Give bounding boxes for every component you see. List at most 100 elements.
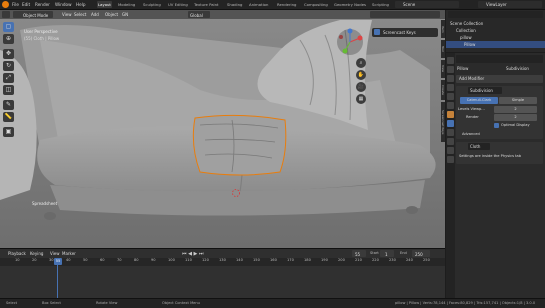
workspace-tab-sculpting[interactable]: Sculpting: [142, 1, 162, 8]
playhead-indicator[interactable]: 55: [54, 258, 62, 265]
move-tool-icon[interactable]: ✥: [3, 49, 14, 59]
simple-button[interactable]: Simple: [499, 97, 537, 104]
screencast-keys-popup[interactable]: Screencast Keys: [372, 28, 438, 37]
timeline-menu-view[interactable]: View: [50, 250, 60, 257]
3d-viewport[interactable]: [0, 10, 445, 248]
viewport-menu-gn[interactable]: GN: [122, 11, 128, 18]
timeline-track-area[interactable]: [0, 266, 445, 299]
measure-tool-icon[interactable]: 📏: [3, 112, 14, 122]
object-tab-icon[interactable]: [447, 111, 454, 118]
workspace-tab-modeling[interactable]: Modeling: [117, 1, 136, 8]
workspace-tab-shading[interactable]: Shading: [226, 1, 243, 8]
workspace-tab-layout[interactable]: Layout: [97, 1, 112, 8]
sidetab-item[interactable]: Item: [441, 20, 445, 38]
screencast-checkbox[interactable]: [374, 29, 380, 35]
timeline-tick-label: 210: [355, 258, 362, 262]
current-frame-field[interactable]: 55: [352, 250, 366, 257]
advanced-section[interactable]: Advanced: [462, 131, 480, 138]
pan-hand-icon[interactable]: ✋: [356, 70, 366, 80]
scene-selector[interactable]: Scene: [395, 1, 459, 8]
constraints-tab-icon[interactable]: [447, 147, 454, 154]
particles-tab-icon[interactable]: [447, 129, 454, 136]
timeline-menu-keying[interactable]: Keying: [30, 250, 43, 257]
viewport-menu-object[interactable]: Object: [105, 11, 118, 18]
outliner-row-pillow-collection[interactable]: pillow: [446, 34, 545, 41]
timeline-tick-label: 70: [117, 258, 122, 262]
transform-tool-icon[interactable]: ◫: [3, 85, 14, 95]
modifier-tab-icon[interactable]: [447, 120, 454, 127]
levels-viewport-field[interactable]: 2: [494, 106, 537, 113]
outliner-search[interactable]: [448, 11, 543, 18]
tool-tab-icon[interactable]: [447, 57, 454, 64]
outliner-row-pillow[interactable]: Pillow: [446, 41, 545, 48]
rotate-tool-icon[interactable]: ↻: [3, 61, 14, 71]
timeline-tick-label: 40: [66, 258, 71, 262]
properties-search[interactable]: [456, 55, 543, 63]
mode-selector[interactable]: Object Mode: [13, 11, 53, 18]
camera-view-icon[interactable]: 🎥: [356, 82, 366, 92]
render-tab-icon[interactable]: [447, 66, 454, 73]
sidetab-view[interactable]: View: [441, 60, 445, 78]
start-frame-field[interactable]: 1: [380, 250, 394, 257]
scene-tab-icon[interactable]: [447, 93, 454, 100]
add-modifier-label: Add Modifier: [459, 76, 485, 81]
sidetab-screencast-keys[interactable]: Screencast Keys: [441, 102, 445, 142]
viewport-menu-view[interactable]: View: [62, 11, 72, 18]
view-layer-selector[interactable]: ViewLayer: [478, 1, 542, 8]
outliner-row-collection[interactable]: Collection: [446, 27, 545, 34]
timeline-tick-label: 230: [389, 258, 396, 262]
world-tab-icon[interactable]: [447, 102, 454, 109]
viewport-shading-toolbar[interactable]: [370, 11, 440, 18]
timeline-tick-label: 100: [168, 258, 175, 262]
cursor-tool-icon[interactable]: ⊕: [3, 34, 14, 44]
navigation-gizmo[interactable]: [336, 28, 364, 56]
select-box-tool-icon[interactable]: ▢: [3, 22, 14, 32]
data-tab-icon[interactable]: [447, 156, 454, 163]
workspace-tab-geometry-nodes[interactable]: Geometry Nodes: [333, 1, 367, 8]
timeline-ruler[interactable]: 10 20 30 40 50 60 70 80 90 100 110 120 130 140 150 160 1…: [0, 258, 445, 266]
add-modifier-button[interactable]: Add Modifier: [456, 75, 543, 83]
ortho-toggle-icon[interactable]: ▦: [356, 94, 366, 104]
optimal-display-checkbox[interactable]: [494, 123, 499, 128]
menu-render[interactable]: Render: [35, 1, 50, 8]
annotate-tool-icon[interactable]: ✎: [3, 100, 14, 110]
editor-type-icon[interactable]: [2, 11, 10, 18]
menu-edit[interactable]: Edit: [22, 1, 30, 8]
render-levels-field[interactable]: 2: [494, 114, 537, 121]
outliner-row-label: Collection: [456, 28, 476, 33]
cloth-name-field[interactable]: Cloth: [468, 143, 490, 150]
outliner-row-scene-collection[interactable]: Scene Collection: [446, 20, 545, 27]
zoom-icon[interactable]: ⌕: [356, 58, 366, 68]
transform-orientation[interactable]: Global: [188, 11, 210, 18]
sidetab-tool[interactable]: Tool: [441, 40, 445, 58]
properties-modifier-name: Subdivision: [506, 66, 529, 71]
workspace-tab-compositing[interactable]: Compositing: [303, 1, 329, 8]
playback-controls-icons[interactable]: ⏮ ◀ ▶ ⏭: [182, 251, 203, 257]
timeline-tick-label: 140: [236, 258, 243, 262]
modifier-name-field[interactable]: Subdivision: [468, 87, 502, 94]
sidetab-create[interactable]: Create: [441, 80, 445, 100]
workspace-tab-scripting[interactable]: Scripting: [371, 1, 390, 8]
start-frame-value: 1: [385, 252, 388, 257]
menu-file[interactable]: File: [12, 1, 19, 8]
timeline-tick-label: 10: [15, 258, 20, 262]
workspace-tab-texture-paint[interactable]: Texture Paint: [193, 1, 220, 8]
viewport-menu-select[interactable]: Select: [74, 11, 86, 18]
workspace-tab-uv-editing[interactable]: UV Editing: [167, 1, 189, 8]
workspace-tab-animation[interactable]: Animation: [248, 1, 269, 8]
viewport-menu-add[interactable]: Add: [91, 11, 99, 18]
menu-window[interactable]: Window: [55, 1, 72, 8]
view-layer-tab-icon[interactable]: [447, 84, 454, 91]
end-frame-field[interactable]: 250: [412, 250, 430, 257]
add-cube-tool-icon[interactable]: ▣: [3, 127, 14, 137]
timeline-menu-marker[interactable]: Marker: [62, 250, 76, 257]
physics-tab-icon[interactable]: [447, 138, 454, 145]
workspace-tab-rendering[interactable]: Rendering: [276, 1, 297, 8]
scale-tool-icon[interactable]: ⤢: [3, 73, 14, 83]
output-tab-icon[interactable]: [447, 75, 454, 82]
timeline-menu-playback[interactable]: Playback: [8, 250, 26, 257]
blender-logo-icon[interactable]: [2, 1, 9, 8]
outliner-row-label: Pillow: [464, 42, 476, 47]
catmull-clark-button[interactable]: Catmull-Clark: [460, 97, 498, 104]
menu-help[interactable]: Help: [76, 1, 86, 8]
